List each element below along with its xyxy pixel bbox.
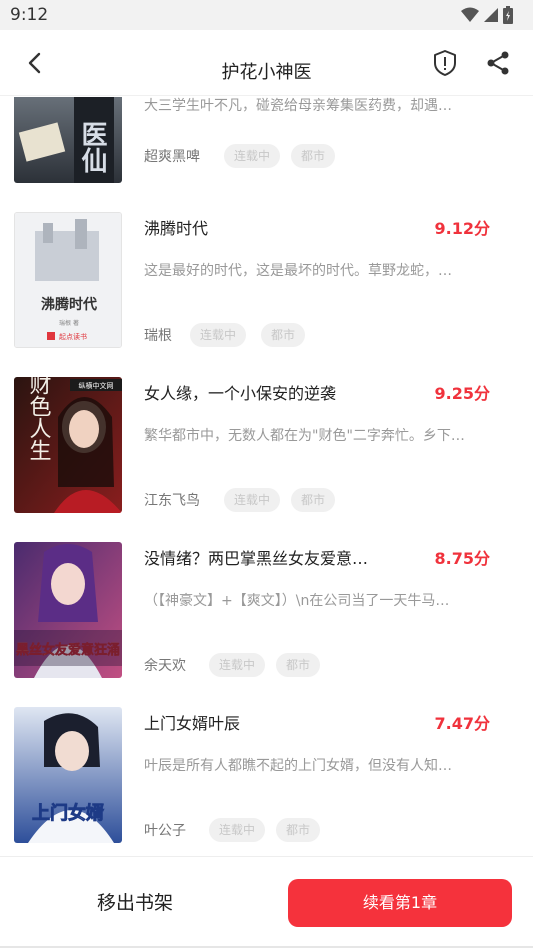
status-tag: 连载中 xyxy=(224,144,281,168)
cover-image: 上门女婿 xyxy=(14,707,122,843)
list-item[interactable]: 上门女婿 上门女婿叶辰 7.47分 叶辰是所有人都瞧不起的上门女婿，但没有人知…… xyxy=(0,700,533,850)
svg-text:财色人生: 财色人生 xyxy=(26,377,52,461)
cover-image: 医仙 xyxy=(14,97,122,183)
signal-icon xyxy=(484,8,498,22)
book-description: 繁华都市中，无数人都在为"财色"二字奔忙。乡下… xyxy=(144,428,465,444)
genre-tag: 都市 xyxy=(261,323,306,347)
book-author: 超爽黑啤 xyxy=(144,149,200,165)
book-cover: 黑丝女友爱意狂涌 xyxy=(14,542,122,678)
book-title: 女人缘，一个小保安的逆袭 xyxy=(144,384,337,403)
book-description: （【神豪文】+【爽文】）\n在公司当了一天牛马… xyxy=(144,593,450,609)
list-item[interactable]: 黑丝女友爱意狂涌 没情绪？两巴掌黑丝女友爱意… 8.75分 （【神豪文】+【爽文… xyxy=(0,535,533,685)
svg-text:纵横中文网: 纵横中文网 xyxy=(79,381,114,390)
shield-alert-icon xyxy=(434,50,456,76)
book-description: 这是最好的时代，这是最坏的时代。草野龙蛇，… xyxy=(144,263,452,279)
svg-text:黑丝女友爱意狂涌: 黑丝女友爱意狂涌 xyxy=(16,642,120,658)
book-score: 7.47分 xyxy=(434,714,490,733)
book-title: 上门女婿叶辰 xyxy=(144,714,241,733)
list-item[interactable]: 沸腾时代 瑞根 著 起点读书 沸腾时代 9.12分 这是最好的时代，这是最坏的时… xyxy=(0,205,533,355)
wifi-icon xyxy=(461,7,479,22)
cover-image: 沸腾时代 瑞根 著 起点读书 xyxy=(15,213,121,347)
status-tag: 连载中 xyxy=(224,488,281,512)
book-author: 江东飞鸟 xyxy=(144,493,200,509)
book-score: 8.75分 xyxy=(434,549,490,568)
svg-text:沸腾时代: 沸腾时代 xyxy=(41,296,97,313)
book-cover: 沸腾时代 瑞根 著 起点读书 xyxy=(14,212,122,348)
status-icons xyxy=(461,6,513,24)
book-title: 没情绪？两巴掌黑丝女友爱意… xyxy=(144,549,369,568)
book-score: 9.12分 xyxy=(434,219,490,238)
book-author: 余天欢 xyxy=(144,658,186,674)
svg-text:上门女婿: 上门女婿 xyxy=(32,802,104,824)
book-description: 叶辰是所有人都瞧不起的上门女婿，但没有人知… xyxy=(144,758,452,774)
svg-text:瑞根 著: 瑞根 著 xyxy=(59,319,79,327)
book-description: 大三学生叶不凡，碰瓷给母亲筹集医药费，却遇… xyxy=(144,98,452,114)
share-icon xyxy=(487,51,509,75)
book-list: 医仙 大三学生叶不凡，碰瓷给母亲筹集医药费，却遇… 超爽黑啤 连载中 都市 沸腾… xyxy=(0,97,533,855)
status-tag: 连载中 xyxy=(190,323,247,347)
svg-text:医仙: 医仙 xyxy=(77,121,107,173)
list-item[interactable]: 医仙 大三学生叶不凡，碰瓷给母亲筹集医药费，却遇… 超爽黑啤 连载中 都市 xyxy=(0,97,533,190)
status-tag: 连载中 xyxy=(209,818,266,842)
genre-tag: 都市 xyxy=(291,144,336,168)
report-button[interactable] xyxy=(430,48,460,78)
book-cover: 医仙 xyxy=(14,97,122,183)
genre-tag: 都市 xyxy=(276,818,321,842)
remove-from-shelf-button[interactable]: 移出书架 xyxy=(40,879,230,927)
genre-tag: 都市 xyxy=(291,488,336,512)
status-tag: 连载中 xyxy=(209,653,266,677)
genre-tag: 都市 xyxy=(276,653,321,677)
battery-icon xyxy=(503,6,513,24)
bottom-action-bar: 移出书架 续看第1章 xyxy=(0,856,533,948)
cover-image: 纵横中文网 财色人生 xyxy=(14,377,122,513)
book-author: 瑞根 xyxy=(144,328,172,344)
book-title: 沸腾时代 xyxy=(144,219,209,238)
book-score: 9.25分 xyxy=(434,384,490,403)
continue-reading-button[interactable]: 续看第1章 xyxy=(288,879,512,927)
list-item[interactable]: 纵横中文网 财色人生 女人缘，一个小保安的逆袭 9.25分 繁华都市中，无数人都… xyxy=(0,370,533,520)
svg-text:起点读书: 起点读书 xyxy=(59,332,87,341)
book-author: 叶公子 xyxy=(144,823,186,839)
cover-image: 黑丝女友爱意狂涌 xyxy=(14,542,122,678)
book-cover: 纵横中文网 财色人生 xyxy=(14,377,122,513)
app-header: 护花小神医 xyxy=(0,30,533,96)
status-time: 9:12 xyxy=(10,5,49,25)
share-button[interactable] xyxy=(483,48,513,78)
book-cover: 上门女婿 xyxy=(14,707,122,843)
status-bar: 9:12 xyxy=(0,0,533,30)
